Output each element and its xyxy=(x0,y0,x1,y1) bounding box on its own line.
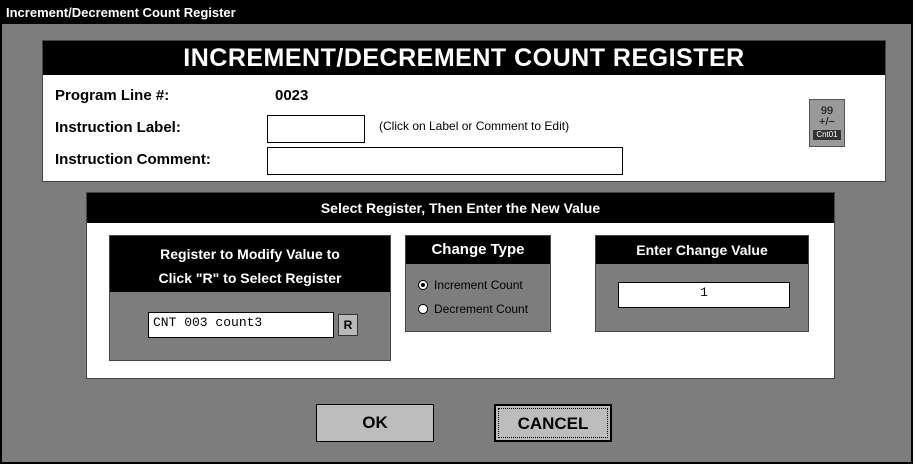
counter-icon-label: Cnt01 xyxy=(813,130,841,140)
change-type-box: Change Type Increment Count Decrement Co… xyxy=(405,235,551,332)
select-register-panel: Select Register, Then Enter the New Valu… xyxy=(86,192,835,379)
instruction-panel: INCREMENT/DECREMENT COUNT REGISTER Progr… xyxy=(42,40,886,182)
register-field[interactable]: CNT 003 count3 xyxy=(148,312,334,338)
counter-icon-sign: +/− xyxy=(819,116,835,128)
decrement-label: Decrement Count xyxy=(434,302,529,316)
dialog-header: INCREMENT/DECREMENT COUNT REGISTER xyxy=(43,41,885,75)
change-value-title: Enter Change Value xyxy=(596,236,808,264)
instruction-comment-label[interactable]: Instruction Comment: xyxy=(55,151,211,168)
decrement-option[interactable]: Decrement Count xyxy=(418,302,528,316)
ok-button[interactable]: OK xyxy=(316,404,434,442)
instruction-comment-field[interactable] xyxy=(267,147,623,175)
register-title-line2: Click "R" to Select Register xyxy=(158,270,342,286)
register-title-line1: Register to Modify Value to xyxy=(160,246,340,262)
program-line-value: 0023 xyxy=(275,87,309,104)
instruction-label-field[interactable] xyxy=(267,115,365,143)
dialog-window: Increment/Decrement Count Register INCRE… xyxy=(0,0,913,464)
program-line-label: Program Line #: xyxy=(55,87,170,104)
cancel-button[interactable]: CANCEL xyxy=(494,404,612,442)
register-box: Register to Modify Value to Click "R" to… xyxy=(109,235,391,361)
change-value-field[interactable]: 1 xyxy=(618,282,790,308)
change-type-title: Change Type xyxy=(406,236,550,264)
counter-icon: 99 +/− Cnt01 xyxy=(809,99,845,147)
increment-option[interactable]: Increment Count xyxy=(418,278,523,292)
select-register-title: Select Register, Then Enter the New Valu… xyxy=(87,193,834,223)
register-box-header: Register to Modify Value to Click "R" to… xyxy=(110,236,390,292)
edit-hint: (Click on Label or Comment to Edit) xyxy=(379,119,570,133)
counter-icon-number: 99 xyxy=(820,105,834,117)
window-title: Increment/Decrement Count Register xyxy=(2,2,911,24)
increment-label: Increment Count xyxy=(434,278,523,292)
instruction-label-label[interactable]: Instruction Label: xyxy=(55,119,181,136)
change-value-box: Enter Change Value 1 xyxy=(595,235,809,332)
select-register-button[interactable]: R xyxy=(338,314,358,336)
increment-radio[interactable] xyxy=(418,280,428,290)
decrement-radio[interactable] xyxy=(418,304,428,314)
